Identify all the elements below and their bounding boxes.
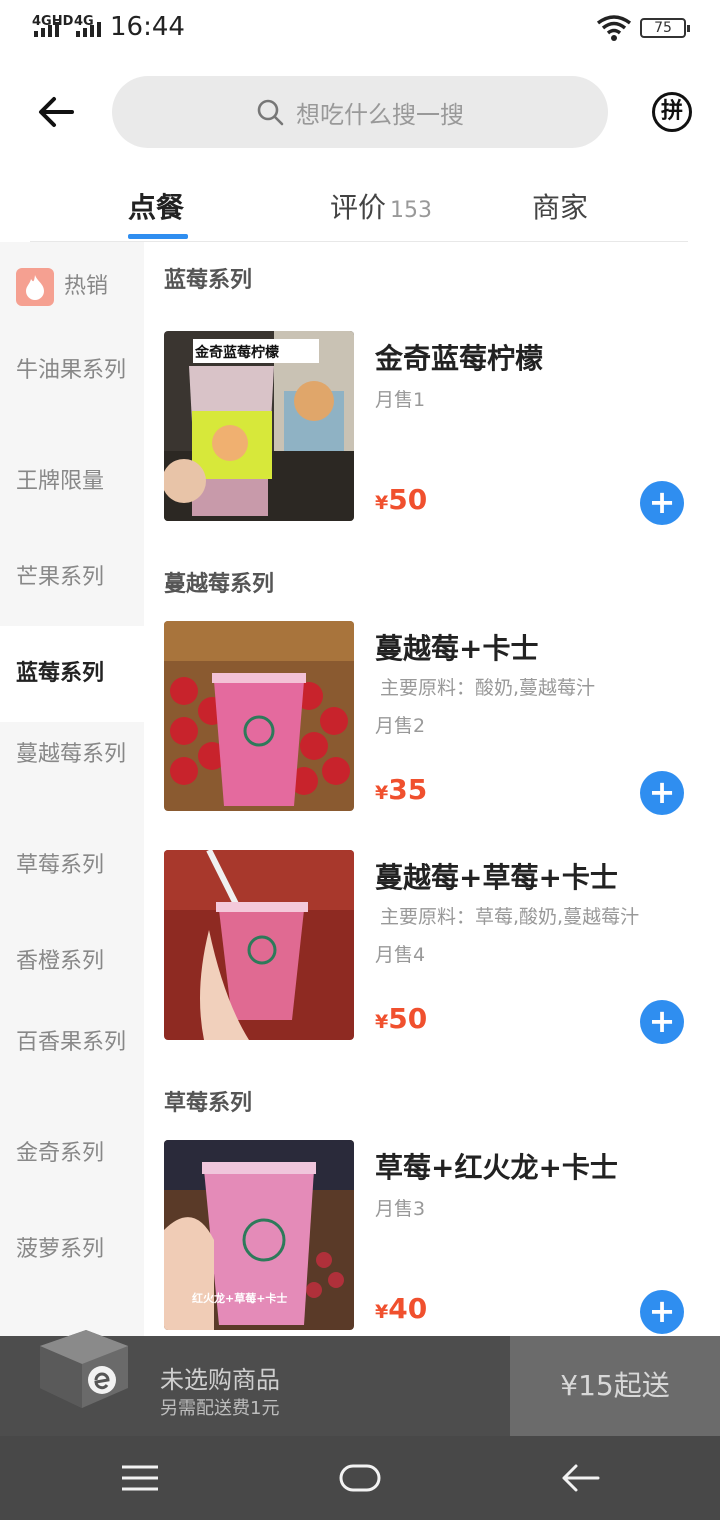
min-order-button[interactable]: ¥15起送 [510, 1336, 720, 1436]
tab-bar: 点餐 评价 153 商家 [30, 170, 688, 242]
status-bar: 4GHD 4G 16:44 75 [0, 0, 720, 58]
menu-nav-button[interactable] [118, 1458, 162, 1498]
price-value: 40 [388, 1292, 428, 1325]
menu-list: 蓝莓系列 金奇蓝莓柠檬 金奇蓝莓柠檬 月售1 ¥50 + 蔓越莓系列 蔓越莓+卡… [144, 242, 720, 1336]
screen: 4GHD 4G 16:44 75 想吃什么搜一搜 拼 点餐 评价 153 商家 … [0, 0, 720, 1520]
sidebar-item-cranberry[interactable]: 蔓越莓系列 [0, 740, 144, 770]
add-to-cart-button[interactable]: + [640, 1290, 684, 1334]
add-to-cart-button[interactable]: + [640, 1000, 684, 1044]
group-order-button[interactable]: 拼 [652, 92, 692, 132]
arrow-left-icon [39, 97, 74, 127]
monthly-sales: 月售4 [375, 944, 426, 966]
sidebar-item-pineapple[interactable]: 菠萝系列 [0, 1235, 144, 1265]
category-sidebar: 热销 牛油果系列 王牌限量 芒果系列 蓝莓系列 蔓越莓系列 草莓系列 香橙系列 … [0, 242, 144, 1336]
back-button[interactable] [30, 86, 82, 138]
cart-bar: 未选购商品 另需配送费1元 ¥15起送 [0, 1330, 720, 1436]
product-price: ¥50 [375, 1002, 427, 1035]
menu-item[interactable]: 蔓越莓+卡士 主要原料：酸奶,蔓越莓汁 月售2 ¥35 + [164, 621, 700, 815]
product-ingredients: 主要原料：酸奶,蔓越莓汁 [380, 677, 596, 699]
search-icon [257, 99, 284, 126]
product-price: ¥50 [375, 483, 427, 516]
product-name: 蔓越莓+草莓+卡士 [375, 861, 618, 894]
search-bar[interactable]: 想吃什么搜一搜 [112, 76, 608, 148]
menu-icon [122, 1465, 158, 1491]
tab-merchant-label: 商家 [532, 191, 589, 224]
sidebar-item-blueberry[interactable]: 蓝莓系列 [0, 626, 144, 722]
review-count: 153 [390, 198, 433, 223]
menu-item[interactable]: 红火龙+草莓+卡士 草莓+红火龙+卡士 月售3 ¥40 + [164, 1140, 700, 1334]
price-value: 50 [388, 483, 428, 516]
tab-reviews-label: 评价 [330, 191, 387, 224]
battery-icon: 75 [640, 18, 690, 38]
signal-icon-1 [34, 22, 59, 37]
wifi-icon [596, 15, 632, 41]
section-title: 蔓越莓系列 [164, 572, 275, 597]
currency-symbol: ¥ [375, 1011, 389, 1033]
sidebar-item-passionfruit[interactable]: 百香果系列 [0, 1028, 144, 1058]
back-icon [562, 1464, 600, 1492]
product-price: ¥35 [375, 773, 427, 806]
currency-symbol: ¥ [375, 492, 389, 514]
product-name: 蔓越莓+卡士 [375, 632, 539, 665]
home-icon [339, 1464, 381, 1492]
signal-icon-2 [76, 22, 101, 37]
menu-item[interactable]: 金奇蓝莓柠檬 金奇蓝莓柠檬 月售1 ¥50 + [164, 331, 700, 525]
tab-reviews[interactable]: 评价 153 [330, 186, 432, 226]
tab-active-indicator [128, 234, 188, 239]
price-value: 50 [388, 1002, 428, 1035]
product-ingredients: 主要原料：草莓,酸奶,蔓越莓汁 [380, 906, 640, 928]
search-placeholder: 想吃什么搜一搜 [296, 100, 464, 129]
product-image: 金奇蓝莓柠檬 [164, 331, 354, 521]
system-nav-bar [0, 1436, 720, 1520]
price-value: 35 [388, 773, 428, 806]
product-image [164, 850, 354, 1040]
product-name: 草莓+红火龙+卡士 [375, 1151, 618, 1184]
menu-item[interactable]: 蔓越莓+草莓+卡士 主要原料：草莓,酸奶,蔓越莓汁 月售4 ¥50 + [164, 850, 700, 1044]
section-title: 草莓系列 [164, 1091, 253, 1116]
clock: 16:44 [110, 12, 185, 42]
add-to-cart-button[interactable]: + [640, 481, 684, 525]
flame-icon [16, 268, 54, 306]
cart-status: 未选购商品 [160, 1366, 280, 1394]
sidebar-item-orange[interactable]: 香橙系列 [0, 947, 144, 977]
product-image [164, 621, 354, 811]
product-image: 红火龙+草莓+卡士 [164, 1140, 354, 1330]
sidebar-item-mango[interactable]: 芒果系列 [0, 563, 144, 593]
monthly-sales: 月售1 [375, 389, 426, 411]
product-image-caption: 金奇蓝莓柠檬 [195, 345, 279, 361]
monthly-sales: 月售3 [375, 1198, 426, 1220]
back-nav-button[interactable] [558, 1458, 602, 1498]
cart-icon[interactable] [36, 1324, 130, 1412]
product-name: 金奇蓝莓柠檬 [375, 342, 544, 375]
section-title: 蓝莓系列 [164, 268, 253, 293]
monthly-sales: 月售2 [375, 715, 426, 737]
currency-symbol: ¥ [375, 1301, 389, 1323]
currency-symbol: ¥ [375, 782, 389, 804]
tab-merchant[interactable]: 商家 [532, 186, 588, 226]
tab-order[interactable]: 点餐 [128, 186, 184, 226]
tab-order-label: 点餐 [128, 191, 185, 224]
product-price: ¥40 [375, 1292, 427, 1325]
home-nav-button[interactable] [338, 1458, 382, 1498]
sidebar-item-hot[interactable]: 热销 [0, 268, 144, 306]
sidebar-item-limited[interactable]: 王牌限量 [0, 467, 144, 497]
sidebar-item-strawberry[interactable]: 草莓系列 [0, 851, 144, 881]
delivery-fee-note: 另需配送费1元 [160, 1398, 280, 1419]
add-to-cart-button[interactable]: + [640, 771, 684, 815]
sidebar-item-avocado[interactable]: 牛油果系列 [0, 356, 144, 386]
sidebar-item-label: 热销 [64, 274, 109, 299]
sidebar-item-jinqi[interactable]: 金奇系列 [0, 1139, 144, 1169]
product-image-caption: 红火龙+草莓+卡士 [192, 1292, 288, 1305]
